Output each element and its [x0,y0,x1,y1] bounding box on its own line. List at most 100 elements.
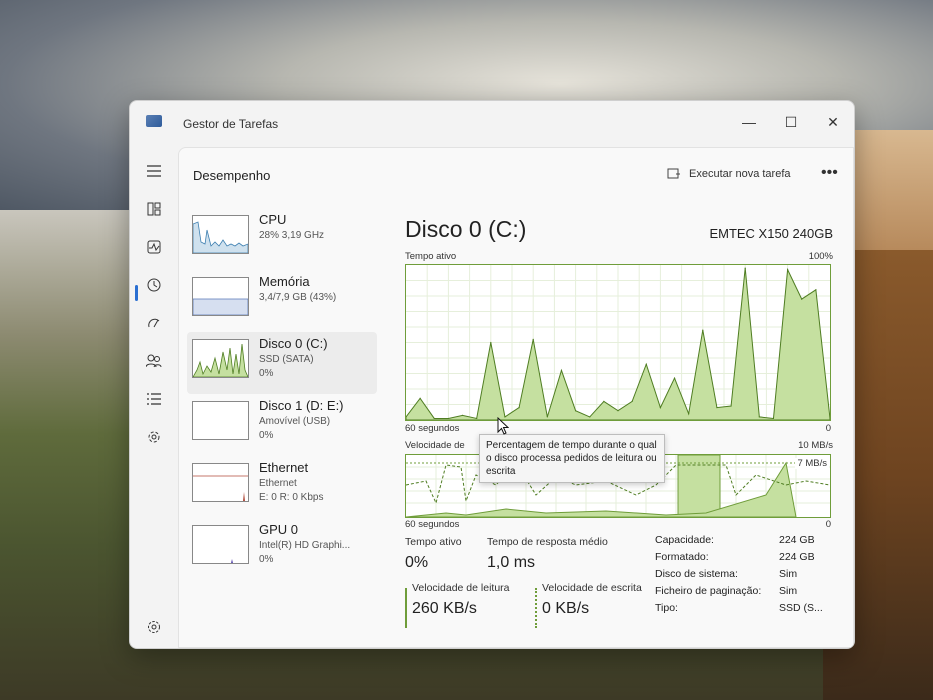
active-time-point [419,397,421,399]
device-name: Disco 1 (D: E:) [259,398,344,413]
property-value: 224 GB [779,551,815,563]
title-bar[interactable]: Gestor de Tarefas — ☐ ✕ [130,101,854,147]
active-time-point [490,341,492,344]
active-time-point [801,298,803,300]
response-time-value: 1,0 ms [487,554,536,571]
device-value: 0% [259,554,274,565]
active-time-point [589,416,591,418]
active-time-point [815,289,817,291]
transfer-rate-graph-label: Velocidade de [405,440,465,451]
active-time-point [461,414,464,416]
device-item-ethernet[interactable]: Ethernet Ethernet E: 0 R: 0 Kbps [187,456,377,518]
active-time-point [603,400,605,402]
performance-icon[interactable] [136,231,172,263]
ethernet-thumbnail-graph [192,463,249,502]
active-time-point [575,410,577,412]
active-time-tooltip: Percentagem de tempo durante o qual o di… [479,434,665,483]
device-item-memory[interactable]: Memória 3,4/7,9 GB (43%) [187,270,377,332]
device-name: GPU 0 [259,522,299,537]
gpu-thumbnail-graph [192,525,249,564]
task-manager-window: Gestor de Tarefas — ☐ ✕ Desempenho Execu… [129,100,855,649]
processes-icon[interactable] [136,193,172,225]
mouse-cursor-icon [497,416,510,438]
minimize-button[interactable]: — [728,107,770,137]
device-item-disk-0[interactable]: Disco 0 (C:) SSD (SATA) 0% [187,332,377,394]
active-time-point [688,413,690,415]
active-time-value: 0% [405,554,429,571]
write-speed-value: 0 KB/s [542,600,590,617]
more-options-button[interactable]: ••• [821,164,838,182]
device-list: CPU 28% 3,19 GHz Memória 3,4/7,9 GB (43%… [187,208,377,580]
task-manager-icon [146,115,162,127]
read-speed-indicator [405,588,407,628]
device-subtitle: Amovível (USB) [259,416,331,427]
device-subtitle: SSD (SATA) [259,354,314,365]
transfer-rate-x-start: 60 segundos [405,519,460,530]
active-time-point [433,417,435,420]
transfer-rate-max-label: 10 MB/s [798,440,833,451]
hamburger-icon[interactable] [136,155,172,187]
active-time-chart [406,265,830,420]
device-name: Ethernet [259,460,309,475]
active-time-point [447,417,449,420]
navigation-sidebar [130,147,178,648]
active-time-point [772,417,775,420]
write-speed-label: Velocidade de escrita [542,582,642,594]
active-time-max-label: 100% [808,251,833,262]
property-key: Disco de sistema: [655,568,738,580]
device-item-disk-1[interactable]: Disco 1 (D: E:) Amovível (USB) 0% [187,394,377,456]
maximize-button[interactable]: ☐ [770,107,812,137]
details-icon[interactable] [136,383,172,415]
device-value: E: 0 R: 0 Kbps [259,492,324,503]
device-item-gpu[interactable]: GPU 0 Intel(R) HD Graphi... 0% [187,518,377,580]
device-subtitle: 3,4/7,9 GB (43%) [259,292,337,303]
active-time-point [617,410,619,412]
disk-model: EMTEC X150 240GB [709,226,833,241]
transfer-rate-marker: 7 MB/s [795,458,829,469]
device-item-cpu[interactable]: CPU 28% 3,19 GHz [187,208,377,270]
active-time-point [730,405,732,407]
main-content: Desempenho Executar nova tarefa ••• CPU … [178,147,854,648]
settings-icon[interactable] [136,611,172,643]
property-value: Sim [779,568,798,580]
page-title: Desempenho [193,168,271,183]
active-time-point [702,329,704,331]
cpu-thumbnail-graph [192,215,249,254]
active-time-point [631,400,633,402]
active-time-point [659,407,661,409]
run-new-task-button[interactable]: Executar nova tarefa [667,168,791,180]
users-icon[interactable] [136,345,172,377]
grid-lines [406,265,830,420]
property-key: Capacidade: [655,534,714,546]
read-speed-label: Velocidade de leitura [412,582,510,594]
run-task-icon [667,168,680,179]
active-time-point [673,377,676,379]
property-key: Tipo: [655,602,678,614]
active-time-point [787,269,789,271]
disk0-thumbnail-graph [192,339,249,378]
device-subtitle: 28% 3,19 GHz [259,230,325,241]
device-subtitle: Intel(R) HD Graphi... [259,540,351,551]
active-time-point [532,338,534,340]
active-time-point [476,417,478,420]
startup-apps-icon[interactable] [136,307,172,339]
property-value: Sim [779,585,798,597]
device-name: Disco 0 (C:) [259,336,328,351]
services-icon[interactable] [136,421,172,453]
active-time-point [744,267,746,269]
active-time-point [560,369,563,371]
property-value: SSD (S... [779,602,823,614]
active-time-graph-label: Tempo ativo [405,251,457,262]
active-time-x-start: 60 segundos [405,423,460,434]
close-button[interactable]: ✕ [812,107,854,137]
active-time-label: Tempo ativo [405,536,462,548]
device-subtitle: Ethernet [259,478,297,489]
active-time-point [546,416,548,418]
property-key: Ficheiro de paginação: [655,585,762,597]
active-time-graph [405,264,831,421]
disk1-thumbnail-graph [192,401,249,440]
app-history-icon[interactable] [136,269,172,301]
write-speed-indicator [535,588,537,628]
property-key: Formatado: [655,551,709,563]
active-time-point [716,407,718,409]
